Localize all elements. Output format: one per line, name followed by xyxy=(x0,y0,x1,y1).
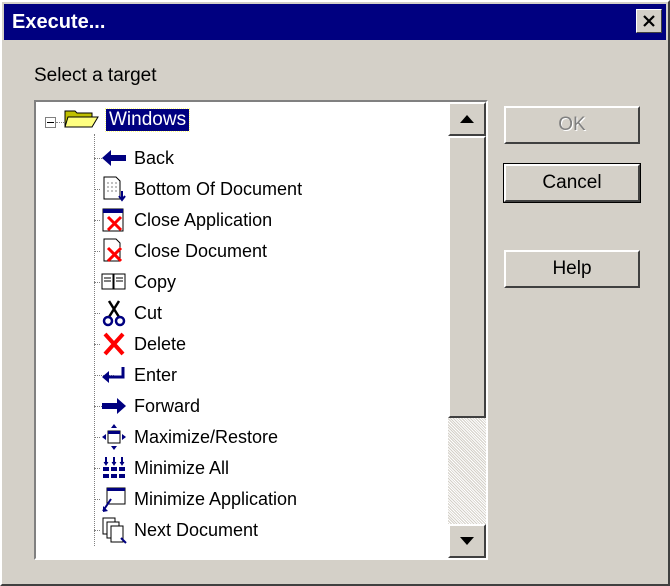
close-document-icon xyxy=(100,237,128,265)
close-button[interactable] xyxy=(636,9,662,33)
tree-item-label: Maximize/Restore xyxy=(134,426,279,447)
arrow-up-icon xyxy=(460,115,474,123)
tree-connector xyxy=(94,134,95,546)
help-button[interactable]: Help xyxy=(504,250,640,288)
tree-item-label: Enter xyxy=(134,364,178,385)
tree-item-label: Minimize All xyxy=(134,457,230,478)
arrow-down-icon xyxy=(460,537,474,545)
arrow-right-icon xyxy=(100,392,128,420)
scroll-up-button[interactable] xyxy=(448,102,486,136)
tree-item-close-document[interactable]: Close Document xyxy=(100,236,267,266)
tree-item-label: Next Document xyxy=(134,519,259,540)
copy-icon xyxy=(100,268,128,296)
cancel-button[interactable]: Cancel xyxy=(503,163,641,203)
title-bar[interactable]: Execute... xyxy=(4,4,666,40)
minimize-application-icon xyxy=(100,485,128,513)
tree-item-maximize-restore[interactable]: Maximize/Restore xyxy=(100,422,278,452)
collapse-toggle[interactable] xyxy=(45,117,56,128)
maximize-restore-icon xyxy=(100,423,128,451)
tree-item-bottom-of-document[interactable]: Bottom Of Document xyxy=(100,174,302,204)
close-application-icon xyxy=(100,206,128,234)
tree-item-label: Cut xyxy=(134,302,163,323)
tree-item-label: Back xyxy=(134,147,175,168)
tree-item-label: Delete xyxy=(134,333,187,354)
select-target-label: Select a target xyxy=(34,65,157,86)
tree-item-label: Close Application xyxy=(134,209,273,230)
tree-item-label: Forward xyxy=(134,395,201,416)
tree-item-label: Minimize Application xyxy=(134,488,298,509)
target-tree[interactable]: Windows Back Bottom Of Document Close Ap… xyxy=(34,100,488,560)
tree-item-back[interactable]: Back xyxy=(100,143,174,173)
minimize-all-icon xyxy=(100,454,128,482)
dialog-title: Execute... xyxy=(12,10,106,33)
folder-open-icon xyxy=(64,107,100,134)
enter-arrow-icon xyxy=(100,361,128,389)
tree-item-copy[interactable]: Copy xyxy=(100,267,176,297)
document-bottom-icon xyxy=(100,175,128,203)
execute-dialog: Execute... Select a target Windows Back … xyxy=(0,0,670,586)
tree-item-minimize-all[interactable]: Minimize All xyxy=(100,453,229,483)
tree-node-windows[interactable]: Windows xyxy=(56,106,191,134)
delete-x-icon xyxy=(100,330,128,358)
tree-item-enter[interactable]: Enter xyxy=(100,360,177,390)
scroll-thumb[interactable] xyxy=(448,136,486,418)
tree-item-label: Copy xyxy=(134,271,177,292)
tree-item-next-document[interactable]: Next Document xyxy=(100,515,258,545)
tree-node-label: Windows xyxy=(104,108,191,132)
tree-item-forward[interactable]: Forward xyxy=(100,391,200,421)
close-icon xyxy=(643,15,655,27)
next-document-icon xyxy=(100,516,128,544)
tree-item-label: Bottom Of Document xyxy=(134,178,303,199)
tree-item-close-application[interactable]: Close Application xyxy=(100,205,272,235)
ok-button[interactable]: OK xyxy=(504,106,640,144)
tree-item-cut[interactable]: Cut xyxy=(100,298,162,328)
tree-content: Windows Back Bottom Of Document Close Ap… xyxy=(36,102,448,558)
scissors-icon xyxy=(100,299,128,327)
vertical-scrollbar[interactable] xyxy=(448,102,486,558)
arrow-left-icon xyxy=(100,144,128,172)
scroll-down-button[interactable] xyxy=(448,524,486,558)
tree-item-delete[interactable]: Delete xyxy=(100,329,186,359)
tree-item-label: Close Document xyxy=(134,240,268,261)
tree-item-minimize-application[interactable]: Minimize Application xyxy=(100,484,297,514)
